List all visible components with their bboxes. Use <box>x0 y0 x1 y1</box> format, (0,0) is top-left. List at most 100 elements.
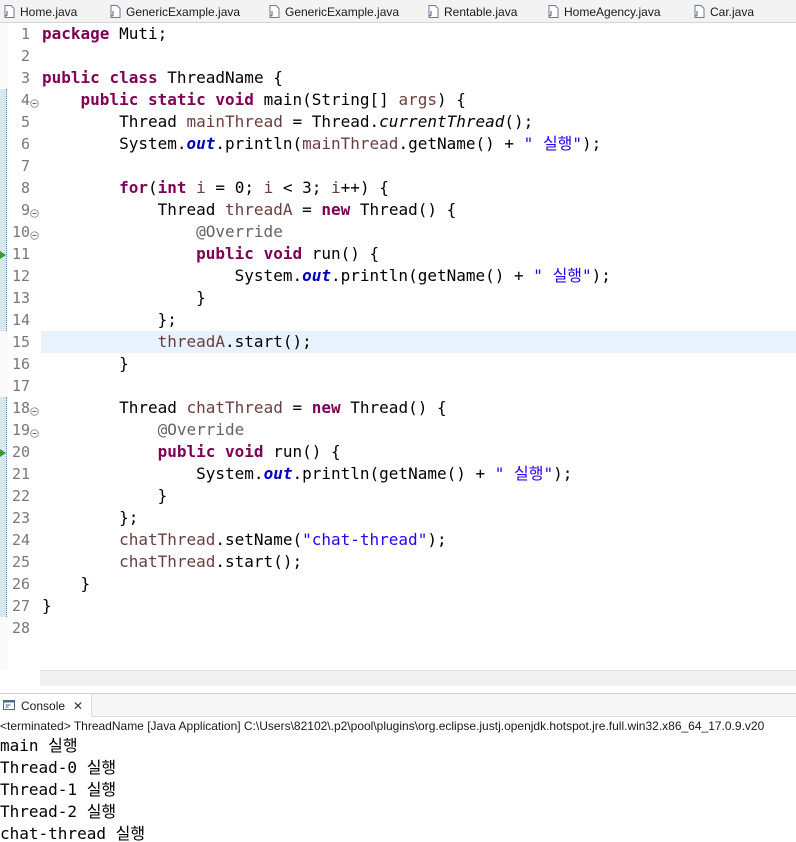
code-line[interactable]: 2 <box>0 45 796 67</box>
code-line[interactable]: 28 <box>0 617 796 639</box>
tab-homeagency-java[interactable]: HomeAgency.java <box>548 0 661 22</box>
code-line[interactable]: 9 Thread threadA = new Thread() { <box>0 199 796 221</box>
tab-genericexample-java-1[interactable]: GenericExample.java <box>110 0 241 22</box>
code-line[interactable]: 26 } <box>0 573 796 595</box>
code-line[interactable]: 11 public void run() { <box>0 243 796 265</box>
console-tab-label: Console <box>21 698 66 713</box>
code-text: @Override <box>157 420 245 439</box>
code-line[interactable]: 17 <box>0 375 796 397</box>
code-line[interactable]: 7 <box>0 155 796 177</box>
code-line[interactable]: 22 } <box>0 485 796 507</box>
line-number: 11 <box>11 245 30 263</box>
code-line[interactable]: 1 package Muti; <box>0 23 796 45</box>
code-line[interactable]: 12 System.out.println(getName() + " 실행")… <box>0 265 796 287</box>
tab-home-java[interactable]: Home.java <box>4 0 78 22</box>
code-line[interactable]: 21 System.out.println(getName() + " 실행")… <box>0 463 796 485</box>
tab-genericexample-java-2[interactable]: GenericExample.java <box>269 0 400 22</box>
line-number: 5 <box>20 113 30 131</box>
collapse-fold-icon[interactable] <box>30 227 39 240</box>
line-number: 15 <box>11 333 30 351</box>
line-number: 3 <box>20 69 30 87</box>
code-line[interactable]: 23 }; <box>0 507 796 529</box>
code-line[interactable]: 18 Thread chatThread = new Thread() { <box>0 397 796 419</box>
code-line[interactable]: 3 public class ThreadName { <box>0 67 796 89</box>
java-file-icon <box>694 5 705 18</box>
code-text: public static void main(String[] args) { <box>80 90 466 109</box>
line-number: 26 <box>11 575 30 593</box>
code-text: } <box>196 288 206 307</box>
tab-label: GenericExample.java <box>285 4 400 19</box>
line-number: 14 <box>11 311 30 329</box>
console-output-line: Thread-0 실행 <box>0 758 117 777</box>
code-line[interactable]: 10 @Override <box>0 221 796 243</box>
line-number: 19 <box>11 421 30 439</box>
line-number: 18 <box>11 399 30 417</box>
console-output-line: chat-thread 실행 <box>0 824 146 842</box>
code-text: System.out.println(mainThread.getName() … <box>119 134 602 153</box>
code-text: public void run() { <box>157 442 341 461</box>
close-icon[interactable]: ✕ <box>73 699 83 713</box>
console-status-line: <terminated> ThreadName [Java Applicatio… <box>0 719 765 733</box>
editor-tab-bar: Home.java GenericExample.java GenericExa… <box>0 0 796 23</box>
line-number: 8 <box>20 179 30 197</box>
code-line[interactable]: 14 }; <box>0 309 796 331</box>
code-text: threadA.start(); <box>157 332 312 351</box>
tab-label: GenericExample.java <box>126 4 241 19</box>
line-number: 16 <box>11 355 30 373</box>
tab-car-java[interactable]: Car.java <box>694 0 755 22</box>
code-line[interactable]: 4 public static void main(String[] args)… <box>0 89 796 111</box>
line-number: 6 <box>20 135 30 153</box>
line-number: 12 <box>11 267 30 285</box>
code-line[interactable]: 24 chatThread.setName("chat-thread"); <box>0 529 796 551</box>
code-line[interactable]: 27 } <box>0 595 796 617</box>
code-text: @Override <box>196 222 283 241</box>
code-line[interactable]: 5 Thread mainThread = Thread.currentThre… <box>0 111 796 133</box>
tab-console[interactable]: Console ✕ <box>0 694 92 717</box>
console-header: Console ✕ <box>0 693 796 717</box>
line-number: 13 <box>11 289 30 307</box>
line-number: 4 <box>20 91 30 109</box>
code-line[interactable]: 19 @Override <box>0 419 796 441</box>
code-text: }; <box>157 310 177 329</box>
code-text: chatThread.setName("chat-thread"); <box>119 530 447 549</box>
console-output-line: main 실행 <box>0 736 78 755</box>
code-text: public void run() { <box>196 244 380 263</box>
code-text: public class ThreadName { <box>42 68 283 87</box>
code-editor[interactable]: 1 package Muti; 2 3 public class ThreadN… <box>0 23 796 670</box>
horizontal-scrollbar[interactable] <box>40 670 796 686</box>
line-number: 10 <box>11 223 30 241</box>
code-line-current[interactable]: 15 threadA.start(); <box>0 331 796 353</box>
tab-label: Home.java <box>20 4 78 19</box>
line-number: 24 <box>11 531 30 549</box>
code-text: System.out.println(getName() + " 실행"); <box>196 464 573 483</box>
java-file-icon <box>269 5 280 18</box>
code-line[interactable]: 8 for(int i = 0; i < 3; i++) { <box>0 177 796 199</box>
java-file-icon <box>4 5 15 18</box>
line-number: 1 <box>20 25 30 43</box>
tab-label: Car.java <box>710 4 755 19</box>
code-text: Thread chatThread = new Thread() { <box>119 398 447 417</box>
code-line[interactable]: 16 } <box>0 353 796 375</box>
code-text: System.out.println(getName() + " 실행"); <box>234 266 611 285</box>
code-text: package Muti; <box>42 24 168 43</box>
line-number: 28 <box>11 619 30 637</box>
line-number: 9 <box>20 201 30 219</box>
line-number: 17 <box>11 377 30 395</box>
console-output-line: Thread-2 실행 <box>0 802 117 821</box>
line-number: 23 <box>11 509 30 527</box>
code-line[interactable]: 20 public void run() { <box>0 441 796 463</box>
code-line[interactable]: 13 } <box>0 287 796 309</box>
code-line[interactable]: 6 System.out.println(mainThread.getName(… <box>0 133 796 155</box>
line-number: 7 <box>20 157 30 175</box>
java-file-icon <box>428 5 439 18</box>
tab-label: HomeAgency.java <box>564 4 661 19</box>
code-line[interactable]: 25 chatThread.start(); <box>0 551 796 573</box>
tab-label: Rentable.java <box>444 4 518 19</box>
collapse-fold-icon[interactable] <box>30 425 39 438</box>
code-text: Thread threadA = new Thread() { <box>157 200 457 219</box>
tab-rentable-java[interactable]: Rentable.java <box>428 0 518 22</box>
collapse-fold-icon[interactable] <box>30 95 39 108</box>
java-file-icon <box>548 5 559 18</box>
collapse-fold-icon[interactable] <box>30 403 39 416</box>
collapse-fold-icon[interactable] <box>30 205 39 218</box>
